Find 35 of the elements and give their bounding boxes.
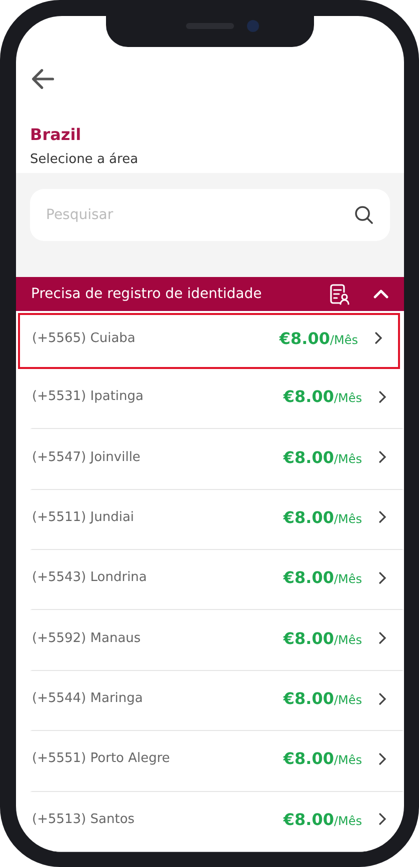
- search-field[interactable]: Pesquisar: [30, 189, 390, 241]
- page-title: Brazil: [30, 125, 82, 144]
- price-label: €8.00/Mês: [283, 749, 362, 768]
- page-subtitle: Selecione a área: [30, 152, 140, 167]
- area-name: (+5531) Ipatinga: [32, 389, 144, 404]
- area-row[interactable]: (+5543) Londrina €8.00/Mês: [30, 550, 404, 610]
- price-label: €8.00/Mês: [283, 387, 362, 406]
- area-row[interactable]: (+5531) Ipatinga €8.00/Mês: [30, 368, 404, 430]
- area-name: (+5543) Londrina: [32, 570, 148, 586]
- area-name: (+5547) Joinville: [32, 450, 142, 464]
- search-icon[interactable]: [354, 205, 374, 225]
- area-name: (+5513) Santos: [32, 812, 136, 827]
- price-label: €8.00/Mês: [283, 810, 362, 829]
- price-label: €8.00/Mês: [283, 448, 362, 466]
- area-row[interactable]: (+5547) Joinville €8.00/Mês: [30, 429, 404, 490]
- area-row[interactable]: (+5544) Maringa €8.00/Mês: [30, 670, 404, 732]
- area-row[interactable]: (+5551) Porto Alegre €8.00/Mês: [30, 731, 404, 792]
- back-arrow-icon[interactable]: [30, 66, 56, 92]
- document-person-icon[interactable]: [328, 283, 350, 306]
- area-name: (+5551) Porto Alegre: [32, 751, 171, 766]
- section-title: Precisa de registro de identidade: [31, 286, 263, 302]
- area-name: (+5565) Cuiaba: [32, 330, 136, 346]
- area-name: (+5544) Maringa: [32, 691, 144, 706]
- price-label: €8.00/Mês: [283, 689, 362, 708]
- area-row[interactable]: (+5513) Santos €8.00/Mês: [30, 792, 404, 852]
- area-row[interactable]: (+5565) Cuiaba €8.00/Mês: [18, 313, 400, 369]
- area-row[interactable]: (+5592) Manaus €8.00/Mês: [30, 610, 404, 671]
- area-name: (+5592) Manaus: [32, 630, 142, 646]
- area-row[interactable]: (+5511) Jundiai €8.00/Mês: [30, 490, 404, 550]
- price-label: €8.00/Mês: [283, 568, 362, 588]
- price-label: €8.00/Mês: [283, 628, 362, 648]
- price-label: €8.00/Mês: [279, 328, 358, 348]
- section-header[interactable]: Precisa de registro de identidade: [16, 277, 404, 312]
- area-name: (+5511) Jundiai: [32, 510, 136, 525]
- price-label: €8.00/Mês: [283, 508, 362, 527]
